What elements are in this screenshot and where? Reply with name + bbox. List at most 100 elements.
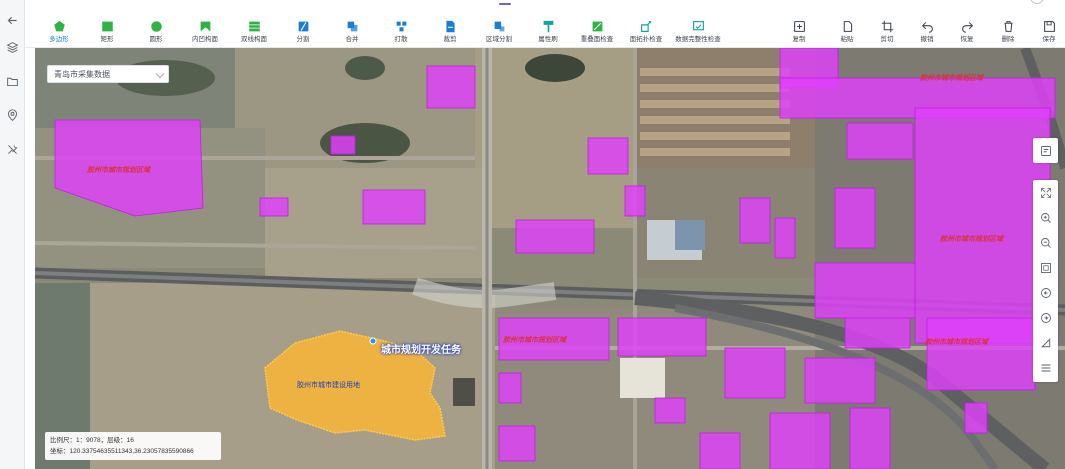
- tool-label: 粘贴: [840, 36, 854, 43]
- merge-tool-button[interactable]: 合并: [327, 20, 377, 46]
- tool-label: 数据完整性检查: [675, 36, 721, 43]
- cut-icon: [881, 20, 893, 33]
- next-view-button[interactable]: [1033, 305, 1058, 330]
- tool-label: 内凹构面: [192, 36, 218, 43]
- completeness-check-tool-button[interactable]: 数据完整性检查: [670, 20, 726, 46]
- attribute-brush-tool-button[interactable]: 属性刷: [523, 20, 573, 46]
- measure-button[interactable]: [1033, 330, 1058, 355]
- circle-tool-button[interactable]: 圆形: [131, 20, 181, 46]
- layers-icon[interactable]: [3, 38, 22, 57]
- scale-readout: 比例尺：1：9078，层级：16: [50, 437, 134, 444]
- zoom-out-button[interactable]: [1033, 230, 1058, 255]
- area-split-tool-button[interactable]: 区域分割: [474, 20, 524, 46]
- legend-button[interactable]: [1033, 138, 1058, 163]
- polygon-tool-button[interactable]: 多边形: [34, 20, 84, 46]
- tool-label: 重叠面检查: [580, 36, 614, 43]
- map-canvas[interactable]: 胶州市城市规划区域 胶州市城市规划区域 胶州市城市规划区域 胶州市城市规划区域 …: [35, 48, 1065, 469]
- split-tool-button[interactable]: 分割: [278, 20, 328, 46]
- overlap-check-tool-button[interactable]: 重叠面检查: [572, 20, 622, 46]
- full-extent-icon: [1040, 262, 1051, 273]
- drag-handle[interactable]: [499, 3, 511, 5]
- chevron-down-icon: [155, 69, 165, 79]
- planning-region-label: 胶州市城市规划区域: [503, 337, 566, 344]
- full-extent-button[interactable]: [1033, 255, 1058, 280]
- coordinate-readout: 坐标：120.33754635511343,36.23057835590866: [50, 448, 194, 455]
- trim-icon: [445, 20, 455, 33]
- avatar[interactable]: [1030, 0, 1044, 4]
- list-icon: [1041, 364, 1050, 371]
- dual-line-polygon-icon: [248, 21, 260, 32]
- editing-toolbar: 多边形 矩形 圆形 内凹构面 双线构面 分割 合并 打散 裁剪 区域分割 属性刷…: [25, 0, 1065, 48]
- tool-label: 复制: [792, 36, 806, 43]
- task-marker-label[interactable]: 城市规划开发任务: [381, 341, 461, 356]
- legend-icon: [1040, 145, 1051, 156]
- merge-icon: [347, 21, 357, 32]
- planning-region-label: 胶州市城市规划区域: [925, 339, 988, 346]
- overlap-check-icon: [592, 21, 602, 32]
- planning-region-label: 胶州市城市规划区域: [87, 167, 150, 174]
- redo-icon: [961, 22, 973, 33]
- tool-label: 剪切: [880, 36, 894, 43]
- break-tool-button[interactable]: 打散: [376, 20, 426, 46]
- location-pin-icon[interactable]: [3, 106, 22, 125]
- trim-tool-button[interactable]: 裁剪: [425, 20, 475, 46]
- dual-line-polygon-tool-button[interactable]: 双线构面: [229, 20, 279, 46]
- left-rail: [0, 0, 25, 469]
- zoom-out-icon: [1040, 237, 1051, 248]
- tool-label: 属性刷: [538, 36, 558, 43]
- copy-button[interactable]: 复制: [782, 20, 816, 46]
- circle-icon: [150, 21, 162, 32]
- inward-polygon-icon: [200, 21, 210, 32]
- arrow-right-circle-icon: [1040, 312, 1051, 323]
- tool-label: 双线构面: [241, 36, 267, 43]
- ruler-icon: [1040, 337, 1050, 347]
- folder-icon[interactable]: [3, 72, 22, 91]
- paste-button[interactable]: 粘贴: [830, 20, 864, 46]
- selected-region-label: 胶州市城市建设用地: [297, 382, 360, 389]
- basemap-switch-button[interactable]: [1033, 355, 1058, 380]
- save-button[interactable]: 保存: [1033, 20, 1065, 46]
- polygon-icon: [53, 20, 65, 32]
- break-icon: [396, 21, 406, 32]
- tool-label: 恢复: [960, 36, 974, 43]
- tool-label: 撤销: [920, 36, 934, 43]
- tool-label: 分割: [296, 36, 310, 43]
- back-arrow-icon[interactable]: [3, 11, 22, 30]
- tool-label: 合并: [345, 36, 359, 43]
- topology-check-icon: [640, 21, 651, 32]
- planning-region-label: 胶州市城市规划区域: [940, 236, 1003, 243]
- area-split-icon: [494, 21, 504, 32]
- dataset-select[interactable]: 青岛市采集数据: [47, 65, 169, 83]
- tool-label: 多边形: [49, 36, 69, 43]
- tool-label: 区域分割: [486, 36, 512, 43]
- planning-region-label: 胶州市城市规划区域: [920, 75, 983, 82]
- tool-label: 矩形: [100, 36, 114, 43]
- paste-icon: [843, 21, 852, 32]
- trash-icon: [1003, 21, 1013, 32]
- zoom-in-icon: [1040, 212, 1051, 223]
- redo-button[interactable]: 恢复: [950, 20, 984, 46]
- previous-view-button[interactable]: [1033, 280, 1058, 305]
- fullscreen-button[interactable]: [1033, 180, 1058, 205]
- split-icon: [298, 21, 308, 32]
- tools-icon[interactable]: [3, 140, 22, 159]
- tool-label: 打散: [394, 36, 408, 43]
- rectangle-icon: [101, 21, 113, 32]
- tool-label: 面拓扑检查: [629, 36, 663, 43]
- brush-icon: [543, 20, 553, 33]
- topology-check-tool-button[interactable]: 面拓扑检查: [621, 20, 671, 46]
- delete-button[interactable]: 删除: [991, 20, 1025, 46]
- copy-icon: [793, 21, 805, 32]
- tool-label: 圆形: [149, 36, 163, 43]
- undo-button[interactable]: 撤销: [910, 20, 944, 46]
- tool-label: 删除: [1001, 36, 1015, 43]
- rectangle-tool-button[interactable]: 矩形: [82, 20, 132, 46]
- inward-polygon-tool-button[interactable]: 内凹构面: [180, 20, 230, 46]
- zoom-in-button[interactable]: [1033, 205, 1058, 230]
- cut-button[interactable]: 剪切: [870, 20, 904, 46]
- undo-icon: [921, 22, 933, 33]
- tool-label: 裁剪: [443, 36, 457, 43]
- map-status-box: 比例尺：1：9078，层级：16 坐标：120.33754635511343,3…: [45, 432, 221, 460]
- arrow-left-circle-icon: [1040, 287, 1051, 298]
- save-icon: [1043, 21, 1055, 32]
